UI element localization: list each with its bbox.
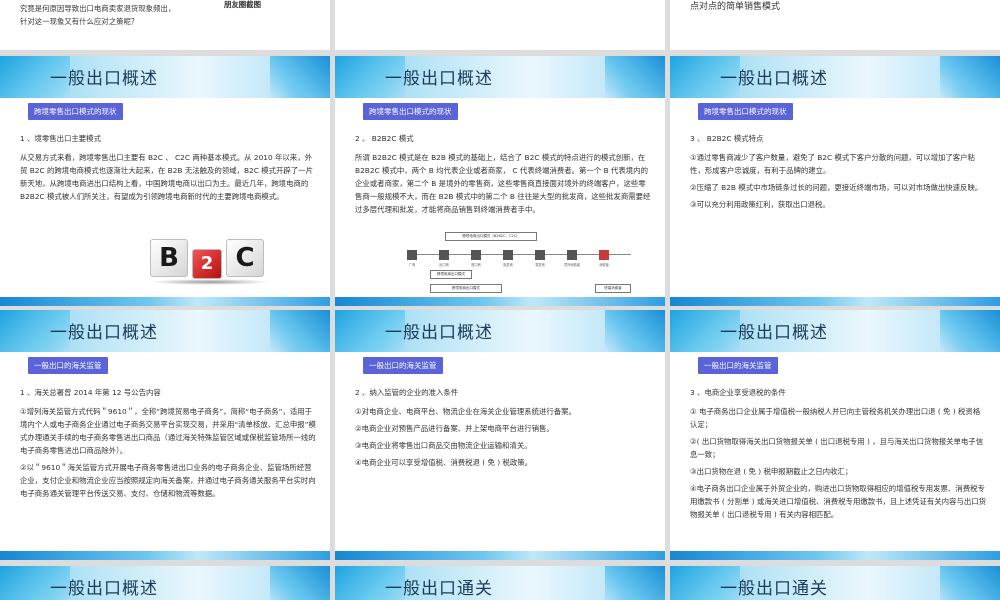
body-paragraph: ②电商企业对预售产品进行备案、并上架电商平台进行销售。 bbox=[355, 424, 554, 433]
body-heading: 1 、海关总署曾 2014 年第 12 号公告内容 bbox=[20, 388, 161, 397]
section-badge: 一般出口的海关监管 bbox=[28, 357, 108, 374]
slide-title: 一般出口概述 bbox=[50, 323, 158, 343]
flow-side-box: 终端消费者 bbox=[595, 284, 631, 293]
node-label: 批发商 bbox=[503, 263, 513, 267]
body-paragraph: ① 电子商务出口企业属于增值税一般纳税人并已向主管税务机关办理出口退 ( 免 )… bbox=[690, 407, 981, 429]
body-heading: 1 、境零售出口主要模式 bbox=[20, 134, 101, 143]
top-caption: 朋友圈截图 bbox=[224, 0, 261, 9]
slide-banner: 一般出口通关 bbox=[335, 566, 665, 600]
slide-1[interactable]: 一般出口概述 跨境零售出口模式的现状 1 、境零售出口主要模式 从交易方式来看，… bbox=[0, 56, 330, 306]
top-right-text: 点对点的简单销售模式 bbox=[690, 2, 781, 12]
slide-footer-bar bbox=[670, 297, 1000, 306]
slide-top-left: 究竟是何原因导致出口电商卖家退货现象频出，针对这一现象又有什么应对之策呢？ 朋友… bbox=[0, 0, 330, 50]
slide-banner: 一般出口概述 bbox=[0, 310, 330, 352]
section-badge: 一般出口的海关监管 bbox=[698, 357, 778, 374]
slide-body: 1 、海关总署曾 2014 年第 12 号公告内容 ①增列海关监管方式代码＂96… bbox=[20, 386, 316, 504]
slide-banner: 一般出口概述 bbox=[670, 56, 1000, 98]
body-paragraph: ③可以充分利用政策红利，获取出口退税。 bbox=[690, 200, 830, 209]
factory-icon bbox=[407, 250, 417, 260]
body-heading: 3 、电商企业享受退税的条件 bbox=[690, 388, 786, 397]
consumer-icon bbox=[599, 250, 609, 260]
flow-mid-box: 跨境电商出口模式 bbox=[430, 270, 472, 279]
slide-footer-bar bbox=[0, 297, 330, 306]
node-label: 消费者 bbox=[599, 263, 609, 267]
retailer-icon bbox=[535, 250, 545, 260]
body-paragraph: ④电子商务出口企业属于外贸企业的，购进出口货物取得相应的增值税专用发票、消费税专… bbox=[690, 484, 987, 519]
slide-body: 2 、纳入监管的企业的准入条件 ①对电商企业、电商平台、物流企业在海关企业管理系… bbox=[355, 386, 651, 473]
slide-footer-bar bbox=[335, 297, 665, 306]
slide-top-center bbox=[335, 0, 665, 50]
body-paragraph: ③出口货物在退 ( 免 ) 税申报期截止之日内收汇； bbox=[690, 467, 853, 476]
body-paragraph: ③电商企业将零售出口商品交由物流企业运输和清关。 bbox=[355, 441, 532, 450]
top-left-text: 究竟是何原因导致出口电商卖家退货现象频出，针对这一现象又有什么应对之策呢？ bbox=[20, 4, 176, 26]
node-label: 厂商 bbox=[408, 263, 416, 267]
slide-footer-bar bbox=[670, 551, 1000, 560]
slide-banner: 一般出口概述 bbox=[670, 310, 1000, 352]
node-label: 零售商 bbox=[535, 263, 545, 267]
section-badge: 跨境零售出口模式的现状 bbox=[28, 103, 123, 120]
slide-banner: 一般出口通关 bbox=[670, 566, 1000, 600]
body-paragraph: ①增列海关监管方式代码＂9610＂，全称“跨境贸易电子商务”，简称“电子商务”，… bbox=[20, 407, 316, 455]
slide-title: 一般出口概述 bbox=[50, 579, 158, 599]
body-paragraph: 从交易方式来看，跨境零售出口主要有 B2C 、 C2C 两种基本模式。从 201… bbox=[20, 153, 313, 201]
body-paragraph: ②以＂9610＂海关监管方式开展电子商务零售进出口业务的电子商务企业、监管场所经… bbox=[20, 463, 316, 498]
exporter-icon bbox=[439, 250, 449, 260]
slide-8[interactable]: 一般出口通关 bbox=[335, 566, 665, 600]
body-paragraph: ②压缩了 B2B 模式中市场链条过长的问题，更接近终端市场，可以对市场做出快速反… bbox=[690, 183, 983, 192]
cube-2: 2 bbox=[192, 249, 222, 279]
slide-body: 2 、 B2B2C 模式 所谓 B2B2C 模式是在 B2B 模式的基础上，结合… bbox=[355, 132, 651, 220]
node-label: 出口商 bbox=[439, 263, 449, 267]
b2b2c-flow-diagram: 跨境电商出口模式（B2B2C、C2C） 跨境电商出口模式 跨境电商出口模式 终端… bbox=[405, 228, 645, 298]
slide-9[interactable]: 一般出口通关 bbox=[670, 566, 1000, 600]
slide-title: 一般出口通关 bbox=[385, 579, 493, 599]
slide-7[interactable]: 一般出口概述 bbox=[0, 566, 330, 600]
slide-banner: 一般出口概述 bbox=[0, 566, 330, 600]
slide-title: 一般出口概述 bbox=[385, 323, 493, 343]
flow-top-box: 跨境电商出口模式（B2B2C、C2C） bbox=[445, 232, 537, 241]
slide-top-right: 点对点的简单销售模式 bbox=[670, 0, 1000, 50]
section-badge: 跨境零售出口模式的现状 bbox=[698, 103, 793, 120]
slide-4[interactable]: 一般出口概述 一般出口的海关监管 1 、海关总署曾 2014 年第 12 号公告… bbox=[0, 310, 330, 560]
body-paragraph: ②( 出口货物取得海关出口货物报关单 ( 出口退税专用 ) ，且与海关出口货物报… bbox=[690, 437, 984, 459]
slide-banner: 一般出口概述 bbox=[335, 56, 665, 98]
node-label: 进口商 bbox=[471, 263, 481, 267]
body-heading: 2 、纳入监管的企业的准入条件 bbox=[355, 388, 459, 397]
slide-body: 1 、境零售出口主要模式 从交易方式来看，跨境零售出口主要有 B2C 、 C2C… bbox=[20, 132, 316, 207]
slide-title: 一般出口概述 bbox=[720, 323, 828, 343]
body-heading: 2 、 B2B2C 模式 bbox=[355, 134, 414, 143]
slide-footer-bar bbox=[335, 551, 665, 560]
slide-banner: 一般出口概述 bbox=[0, 56, 330, 98]
slide-footer-bar bbox=[0, 551, 330, 560]
body-paragraph: ①通过零售商减少了客户数量，避免了 B2C 模式下客户分散的问题，可以增加了客户… bbox=[690, 153, 975, 175]
slide-title: 一般出口概述 bbox=[720, 69, 828, 89]
slide-body: 3 、电商企业享受退税的条件 ① 电子商务出口企业属于增值税一般纳税人并已向主管… bbox=[690, 386, 986, 525]
slide-3[interactable]: 一般出口概述 跨境零售出口模式的现状 3 、 B2B2C 模式特点 ①通过零售商… bbox=[670, 56, 1000, 306]
flow-bottom-box: 跨境电商出口模式 bbox=[430, 284, 502, 293]
body-paragraph: ④电商企业可以享受增值税、消费税退 ( 免 ) 税政策。 bbox=[355, 458, 532, 467]
cube-b: B bbox=[150, 239, 188, 277]
body-paragraph: 所谓 B2B2C 模式是在 B2B 模式的基础上，结合了 B2C 模式的特点进行… bbox=[355, 153, 651, 214]
body-paragraph: ①对电商企业、电商平台、物流企业在海关企业管理系统进行备案。 bbox=[355, 407, 576, 416]
slide-banner: 一般出口概述 bbox=[335, 310, 665, 352]
slide-body: 3 、 B2B2C 模式特点 ①通过零售商减少了客户数量，避免了 B2C 模式下… bbox=[690, 132, 986, 215]
b2c-cubes-image: B 2 C bbox=[150, 231, 270, 291]
slide-2[interactable]: 一般出口概述 跨境零售出口模式的现状 2 、 B2B2C 模式 所谓 B2B2C… bbox=[335, 56, 665, 306]
wholesaler-icon bbox=[503, 250, 513, 260]
body-heading: 3 、 B2B2C 模式特点 bbox=[690, 134, 764, 143]
slide-6[interactable]: 一般出口概述 一般出口的海关监管 3 、电商企业享受退税的条件 ① 电子商务出口… bbox=[670, 310, 1000, 560]
section-badge: 跨境零售出口模式的现状 bbox=[363, 103, 458, 120]
slide-5[interactable]: 一般出口概述 一般出口的海关监管 2 、纳入监管的企业的准入条件 ①对电商企业、… bbox=[335, 310, 665, 560]
cube-c: C bbox=[226, 239, 264, 277]
overseas-consumer-icon bbox=[567, 250, 577, 260]
slide-title: 一般出口概述 bbox=[385, 69, 493, 89]
importer-icon bbox=[471, 250, 481, 260]
slide-title: 一般出口概述 bbox=[50, 69, 158, 89]
node-label: 境外消费者 bbox=[564, 263, 580, 267]
section-badge: 一般出口的海关监管 bbox=[363, 357, 443, 374]
slide-title: 一般出口通关 bbox=[720, 579, 828, 599]
